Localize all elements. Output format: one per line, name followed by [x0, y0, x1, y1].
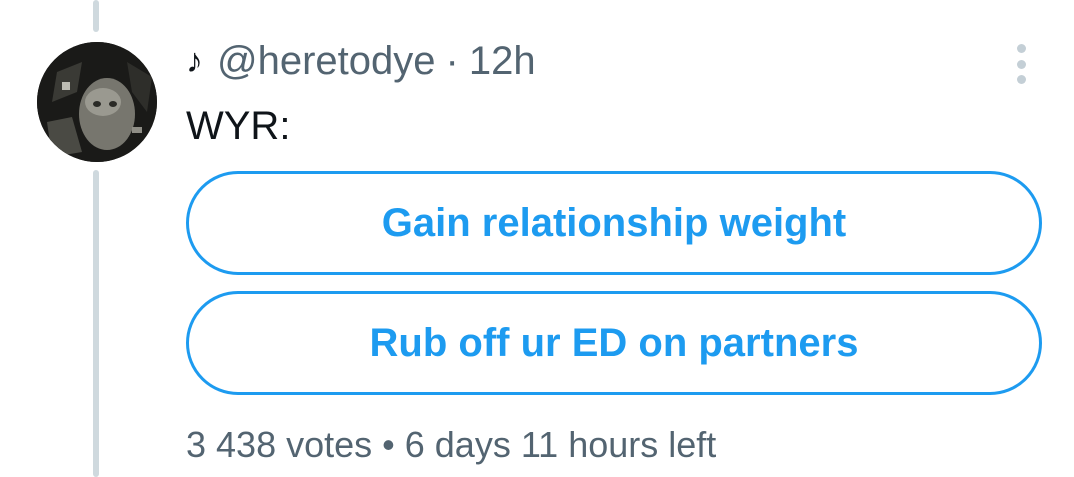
poll-footer: 3 438 votes • 6 days 11 hours left [186, 424, 716, 466]
avatar[interactable] [37, 42, 157, 162]
avatar-image [37, 42, 157, 162]
more-options-button[interactable] [1008, 42, 1034, 86]
thread-connector-bottom [93, 170, 99, 477]
more-vertical-icon-dot [1016, 44, 1026, 53]
poll-option-2[interactable]: Rub off ur ED on partners [186, 291, 1042, 395]
thread-connector-top [93, 0, 99, 32]
poll-option-1[interactable]: Gain relationship weight [186, 171, 1042, 275]
poll-option-label: Rub off ur ED on partners [369, 320, 859, 365]
more-vertical-icon-dot [1016, 75, 1026, 84]
header-separator: · [445, 38, 459, 83]
poll-footer-bullet: • [382, 424, 395, 465]
poll-vote-count: 3 438 votes [186, 424, 373, 465]
user-handle[interactable]: @heretodye [217, 39, 436, 84]
more-vertical-icon-dot [1016, 59, 1026, 69]
music-note-icon: ♪ [186, 41, 203, 80]
tweet-header: ♪ @heretodye · 12h [186, 38, 536, 84]
poll-time-left: 6 days 11 hours left [404, 424, 717, 465]
tweet-timestamp[interactable]: 12h [469, 39, 536, 84]
tweet-text: WYR: [186, 104, 291, 148]
poll-option-label: Gain relationship weight [381, 200, 847, 245]
